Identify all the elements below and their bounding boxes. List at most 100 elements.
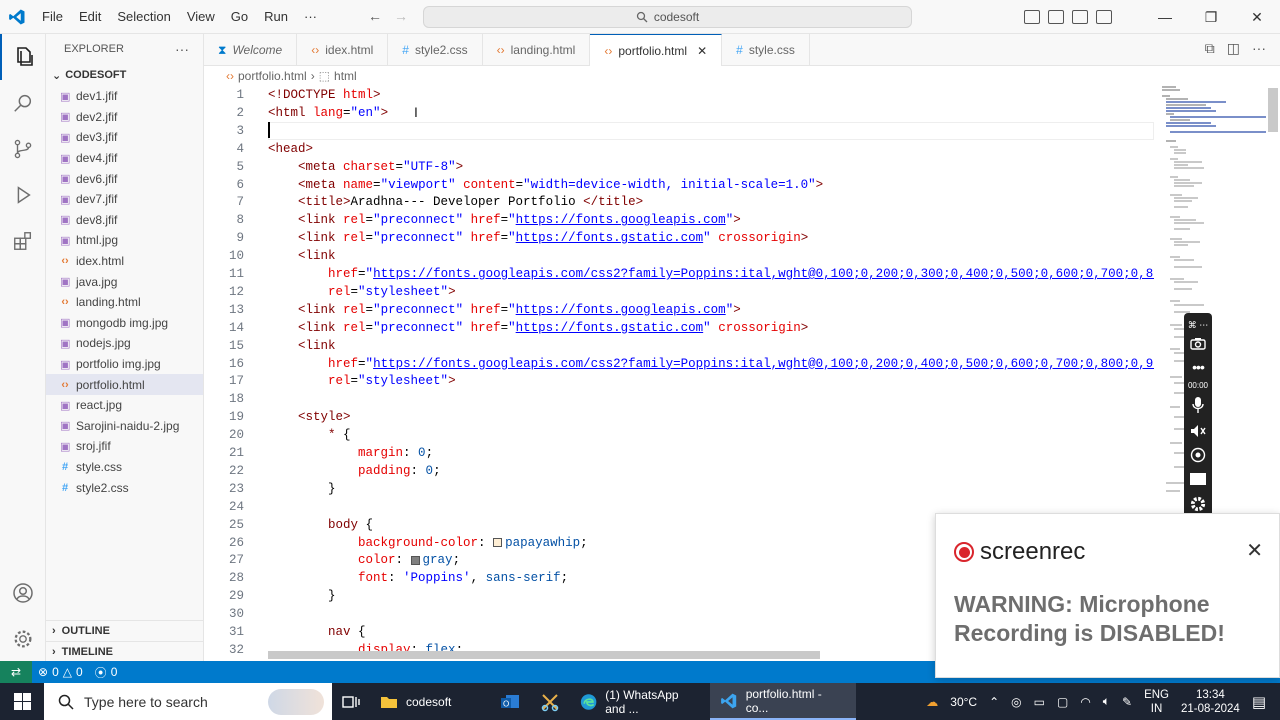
file-item[interactable]: ▣ Sarojini-naidu-2.jpg (46, 416, 203, 437)
weather-icon[interactable]: ☁ (926, 695, 938, 709)
back-arrow-icon[interactable]: ← (368, 8, 382, 24)
file-item[interactable]: # style2.css (46, 477, 203, 498)
horizontal-scrollbar[interactable] (268, 651, 820, 659)
file-item[interactable]: ▣ mongodb img.jpg (46, 313, 203, 334)
file-item[interactable]: ▣ nodejs.jpg (46, 333, 203, 354)
language-indicator[interactable]: ENG IN (1144, 688, 1169, 716)
tab-idex-html[interactable]: ‹› idex.html (297, 34, 389, 66)
battery-icon[interactable]: ▭ (1034, 695, 1045, 709)
file-item[interactable]: ▣ sroj.jfif (46, 436, 203, 457)
more-dots-icon[interactable]: ••• (1192, 359, 1205, 375)
breadcrumb-file[interactable]: portfolio.html (238, 69, 307, 83)
menu-edit[interactable]: Edit (71, 0, 109, 34)
webcam-icon[interactable] (1190, 447, 1206, 466)
menu-selection[interactable]: Selection (109, 0, 178, 34)
ports-indicator[interactable]: ⦿ 0 (89, 664, 124, 681)
file-item[interactable]: ▣ dev7.jfif (46, 189, 203, 210)
toggle-sidebar-icon[interactable] (1024, 10, 1040, 24)
menu-run[interactable]: Run (256, 0, 296, 34)
file-item[interactable]: ‹› portfolio.html (46, 374, 203, 395)
toggle-panel-icon[interactable] (1048, 10, 1064, 24)
screen-area-icon[interactable] (1189, 472, 1207, 489)
meet-now-icon[interactable]: ◎ (1011, 695, 1021, 709)
file-item[interactable]: ▣ html.jpg (46, 230, 203, 251)
menu-go[interactable]: Go (223, 0, 256, 34)
outlook-icon[interactable]: O (490, 683, 530, 720)
file-item[interactable]: ▣ dev2.jfif (46, 107, 203, 128)
close-popup-icon[interactable]: ✕ (1246, 538, 1263, 563)
explorer-icon[interactable] (0, 34, 46, 80)
toggle-secondary-sidebar-icon[interactable] (1072, 10, 1088, 24)
taskbar-app-explorer[interactable]: codesoft (370, 683, 490, 720)
chevron-up-icon[interactable]: ⌃ (989, 695, 999, 709)
color-swatch[interactable] (410, 555, 420, 565)
volume-icon[interactable]: 🔈︎ (1103, 694, 1110, 709)
wifi-icon[interactable]: ◠ (1080, 695, 1090, 709)
forward-arrow-icon[interactable]: → (394, 8, 408, 24)
file-item[interactable]: ▣ dev4.jfif (46, 148, 203, 169)
line-number: 13 (228, 302, 244, 317)
pin-icon[interactable]: ⌘ ⋯ (1188, 320, 1209, 331)
menu-more[interactable]: ··· (296, 0, 325, 34)
vscode-logo-icon[interactable] (0, 0, 34, 34)
display-icon[interactable]: ▢ (1057, 695, 1068, 709)
notifications-icon[interactable]: ▤ (1252, 693, 1266, 711)
file-item[interactable]: ▣ dev1.jfif (46, 86, 203, 107)
remote-indicator-icon[interactable]: ⇄ (0, 661, 32, 683)
tab-style2-css[interactable]: # style2.css (388, 34, 483, 66)
breadcrumb-symbol[interactable]: html (334, 69, 357, 83)
code-token: = (395, 159, 404, 174)
more-actions-icon[interactable]: ··· (175, 41, 189, 57)
minimize-button[interactable]: — (1142, 9, 1188, 25)
clock[interactable]: 13:34 21-08-2024 (1181, 688, 1240, 716)
close-tab-icon[interactable]: ✕ (697, 44, 707, 58)
taskbar-search[interactable]: Type here to search (44, 683, 332, 720)
weather-temp[interactable]: 30°C (950, 695, 977, 709)
run-debug-icon[interactable] (0, 172, 46, 218)
tab-portfolio-html[interactable]: ‹› portfolio.html ✕ (590, 34, 723, 66)
source-control-icon[interactable] (0, 126, 46, 172)
command-center[interactable]: codesoft (423, 6, 912, 28)
camera-icon[interactable] (1190, 337, 1206, 353)
problems-indicator[interactable]: ⊗ 0 △ 0 (32, 665, 89, 679)
file-item[interactable]: ▣ portfolio img.jpg (46, 354, 203, 375)
microphone-icon[interactable] (1192, 396, 1204, 417)
pen-icon[interactable]: ✎ (1122, 695, 1132, 709)
accounts-icon[interactable] (0, 570, 46, 616)
snipping-tool-icon[interactable] (530, 683, 570, 720)
menu-view[interactable]: View (179, 0, 223, 34)
restore-button[interactable]: ❐ (1188, 9, 1234, 26)
more-actions-icon[interactable]: ··· (1252, 40, 1266, 57)
settings-gear-icon[interactable] (0, 616, 46, 662)
split-editor-icon[interactable]: ◫ (1227, 40, 1240, 57)
windows-start-icon[interactable] (0, 693, 44, 710)
extensions-icon[interactable] (0, 218, 46, 264)
color-swatch[interactable] (493, 537, 503, 547)
close-window-button[interactable]: ✕ (1234, 9, 1280, 26)
tab-style-css[interactable]: # style.css (722, 34, 810, 66)
file-item[interactable]: ▣ dev8.jfif (46, 210, 203, 231)
file-item[interactable]: ‹› landing.html (46, 292, 203, 313)
file-item[interactable]: ▣ react.jpg (46, 395, 203, 416)
search-icon[interactable] (0, 80, 46, 126)
taskbar-app-vscode[interactable]: portfolio.html - co... (710, 683, 856, 720)
speaker-icon[interactable] (1190, 424, 1206, 441)
open-preview-icon[interactable]: ⧉ (1205, 40, 1215, 57)
file-item[interactable]: ▣ dev3.jfif (46, 127, 203, 148)
tab-welcome[interactable]: ⧗ Welcome (204, 34, 298, 66)
customize-layout-icon[interactable] (1096, 10, 1112, 24)
menu-file[interactable]: File (34, 0, 71, 34)
outline-section[interactable]: › OUTLINE (46, 620, 204, 641)
tab-landing-html[interactable]: ‹› landing.html (483, 34, 591, 66)
file-item[interactable]: ‹› idex.html (46, 251, 203, 272)
file-item[interactable]: ▣ dev6.jfif (46, 168, 203, 189)
timeline-section[interactable]: › TIMELINE (46, 641, 204, 662)
file-item[interactable]: ▣ java.jpg (46, 271, 203, 292)
taskbar-app-edge[interactable]: (1) WhatsApp and ... (570, 683, 710, 720)
file-item[interactable]: # style.css (46, 457, 203, 478)
task-view-icon[interactable] (332, 683, 370, 720)
minimap[interactable] (1160, 86, 1268, 506)
line-number: 1 (236, 88, 244, 102)
folder-codesoft[interactable]: ⌄ CODESOFT (46, 64, 203, 86)
vertical-scrollbar[interactable] (1268, 88, 1278, 132)
